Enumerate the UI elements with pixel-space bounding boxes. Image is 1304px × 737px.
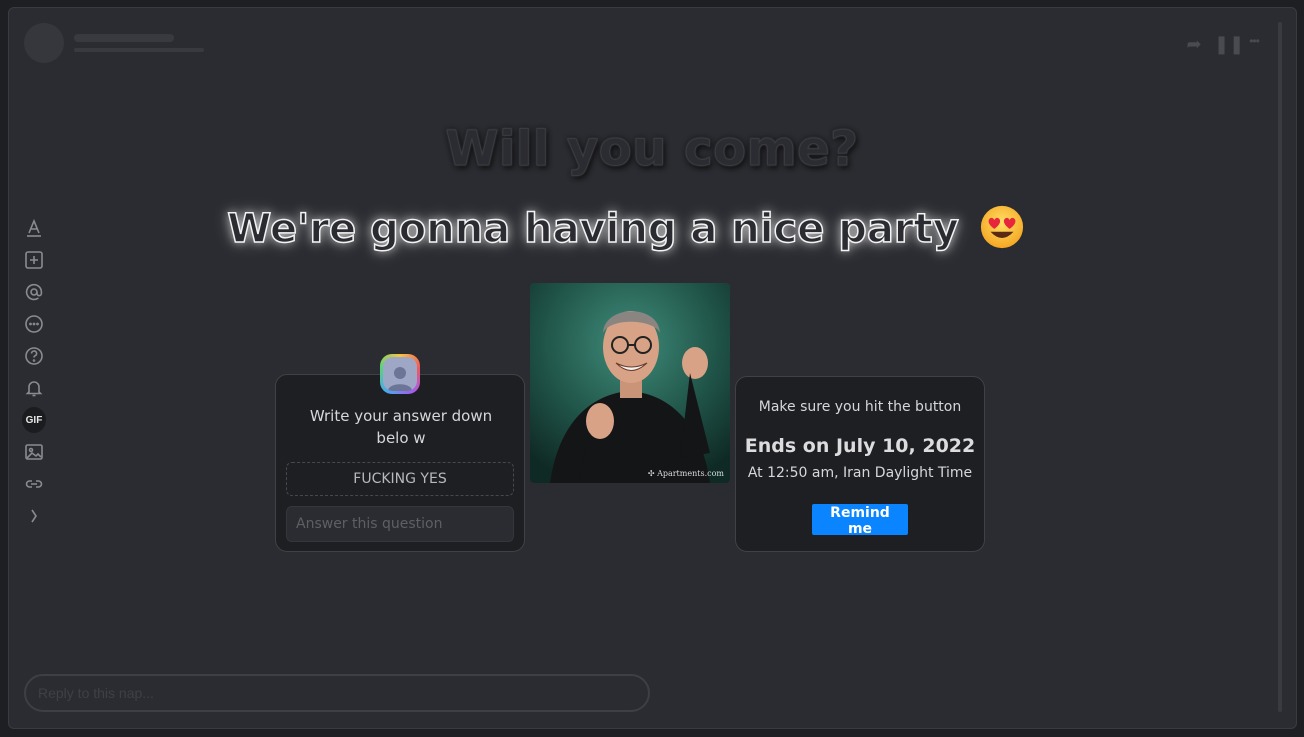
user-icon xyxy=(388,367,412,391)
bell-icon[interactable] xyxy=(22,372,46,404)
gif-watermark: ✣ Apartments.com xyxy=(648,469,724,478)
top-actions: ➦ ❚❚ ••• xyxy=(1184,34,1264,55)
gif-watermark-logo-icon: ✣ xyxy=(647,469,655,478)
question-card: Write your answer down belo w FUCKING YE… xyxy=(275,374,525,552)
answer-input[interactable] xyxy=(286,506,514,542)
gif-sticker[interactable]: ✣ Apartments.com xyxy=(530,283,730,483)
question-title: Write your answer down belo w xyxy=(309,407,493,447)
chevron-right-icon[interactable] xyxy=(22,500,46,532)
gif-button[interactable]: GIF xyxy=(22,407,46,433)
mention-icon[interactable] xyxy=(22,276,46,308)
countdown-end-time: At 12:50 am, Iran Daylight Time xyxy=(747,465,973,481)
image-icon[interactable] xyxy=(22,436,46,468)
story-subhead-text: We're gonna having a nice party xyxy=(227,205,960,253)
question-avatar xyxy=(380,354,420,394)
pause-icon[interactable]: ❚❚ xyxy=(1214,34,1244,55)
gif-watermark-text: Apartments.com xyxy=(657,469,724,478)
heart-eyes-emoji-icon xyxy=(980,205,1023,249)
gif-button-wrap: GIF xyxy=(22,404,46,436)
chat-icon[interactable] xyxy=(22,308,46,340)
author-avatar-placeholder xyxy=(24,23,64,63)
author-name-placeholder xyxy=(74,34,174,42)
countdown-end-date: Ends on July 10, 2022 xyxy=(744,435,976,457)
more-icon[interactable]: ••• xyxy=(1244,34,1264,55)
countdown-card: Make sure you hit the button Ends on Jul… xyxy=(735,376,985,552)
story-subhead: We're gonna having a nice party xyxy=(0,204,1252,253)
reply-input[interactable] xyxy=(24,674,650,712)
question-answer: FUCKING YES xyxy=(286,462,514,496)
share-icon[interactable]: ➦ xyxy=(1184,34,1204,55)
excited-man-gif-image xyxy=(530,283,730,483)
author-meta-placeholder xyxy=(74,48,204,52)
story-headline: Will you come? xyxy=(445,121,859,178)
countdown-title: Make sure you hit the button xyxy=(758,399,962,415)
question-icon[interactable] xyxy=(22,340,46,372)
editor-toolbar: GIF xyxy=(22,212,46,532)
link-icon[interactable] xyxy=(22,468,46,500)
remind-me-button[interactable]: Remind me xyxy=(812,504,908,537)
